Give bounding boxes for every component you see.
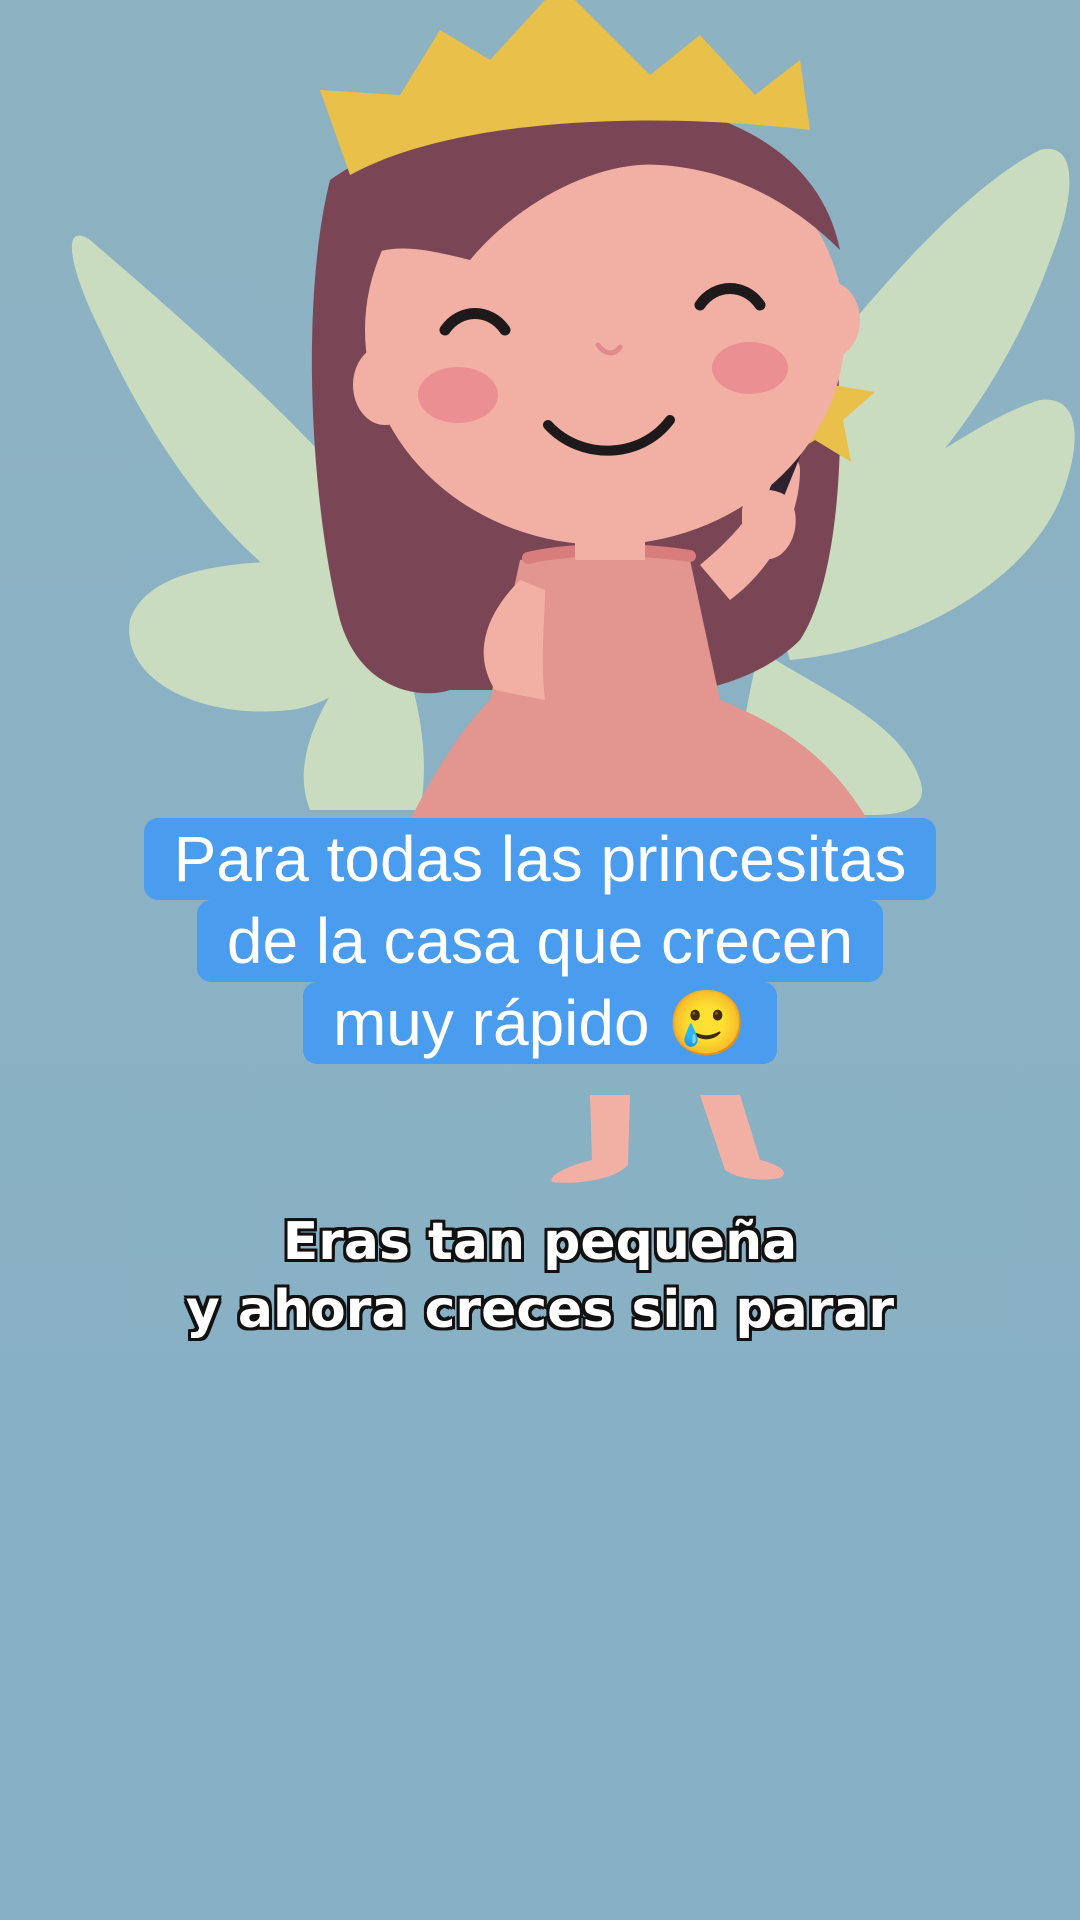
caption-line-1: Para todas las princesitas bbox=[143, 818, 937, 900]
caption-box: Para todas las princesitas de la casa qu… bbox=[0, 818, 1080, 1064]
left-cheek bbox=[418, 367, 498, 423]
right-ear bbox=[800, 282, 860, 358]
subtitle-line-1: Eras tan pequeña bbox=[282, 1212, 798, 1272]
right-leg bbox=[700, 1095, 784, 1180]
caption-line-3: muy rápido 🥲 bbox=[302, 982, 778, 1064]
subtitle-text: Eras tan pequeña y ahora creces sin para… bbox=[0, 1208, 1080, 1344]
caption-line-2: de la casa que crecen bbox=[196, 900, 884, 982]
subtitle-line-2: y ahora creces sin parar bbox=[185, 1280, 895, 1340]
right-cheek bbox=[712, 342, 788, 394]
left-leg bbox=[551, 1095, 630, 1183]
left-ear bbox=[353, 345, 417, 425]
